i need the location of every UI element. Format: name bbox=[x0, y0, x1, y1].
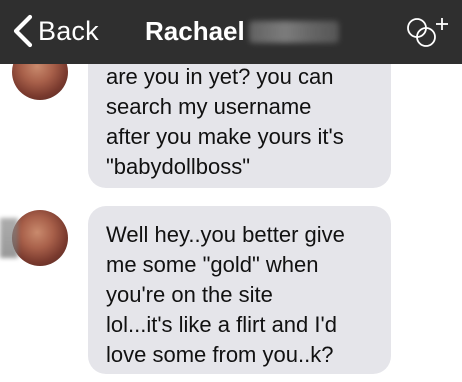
contact-last-name-redacted bbox=[248, 20, 339, 43]
incoming-message-bubble[interactable]: Well hey..you better give me some "gold"… bbox=[88, 206, 391, 374]
add-group-icon bbox=[407, 18, 448, 47]
navigation-bar: Back Rachael bbox=[0, 0, 462, 64]
message-text: are you in yet? you can search my userna… bbox=[106, 64, 344, 179]
avatar[interactable] bbox=[12, 64, 68, 100]
add-group-button[interactable] bbox=[404, 14, 454, 52]
conversation-title: Rachael bbox=[145, 16, 339, 47]
back-label: Back bbox=[38, 15, 99, 46]
incoming-message-bubble[interactable]: are you in yet? you can search my userna… bbox=[88, 64, 391, 188]
chevron-left-icon bbox=[13, 14, 33, 48]
message-text: Well hey..you better give me some "gold"… bbox=[106, 222, 345, 367]
avatar[interactable] bbox=[12, 210, 68, 266]
back-button[interactable]: Back bbox=[10, 14, 99, 48]
contact-first-name: Rachael bbox=[145, 16, 245, 46]
message-thread[interactable]: are you in yet? you can search my userna… bbox=[0, 64, 462, 382]
